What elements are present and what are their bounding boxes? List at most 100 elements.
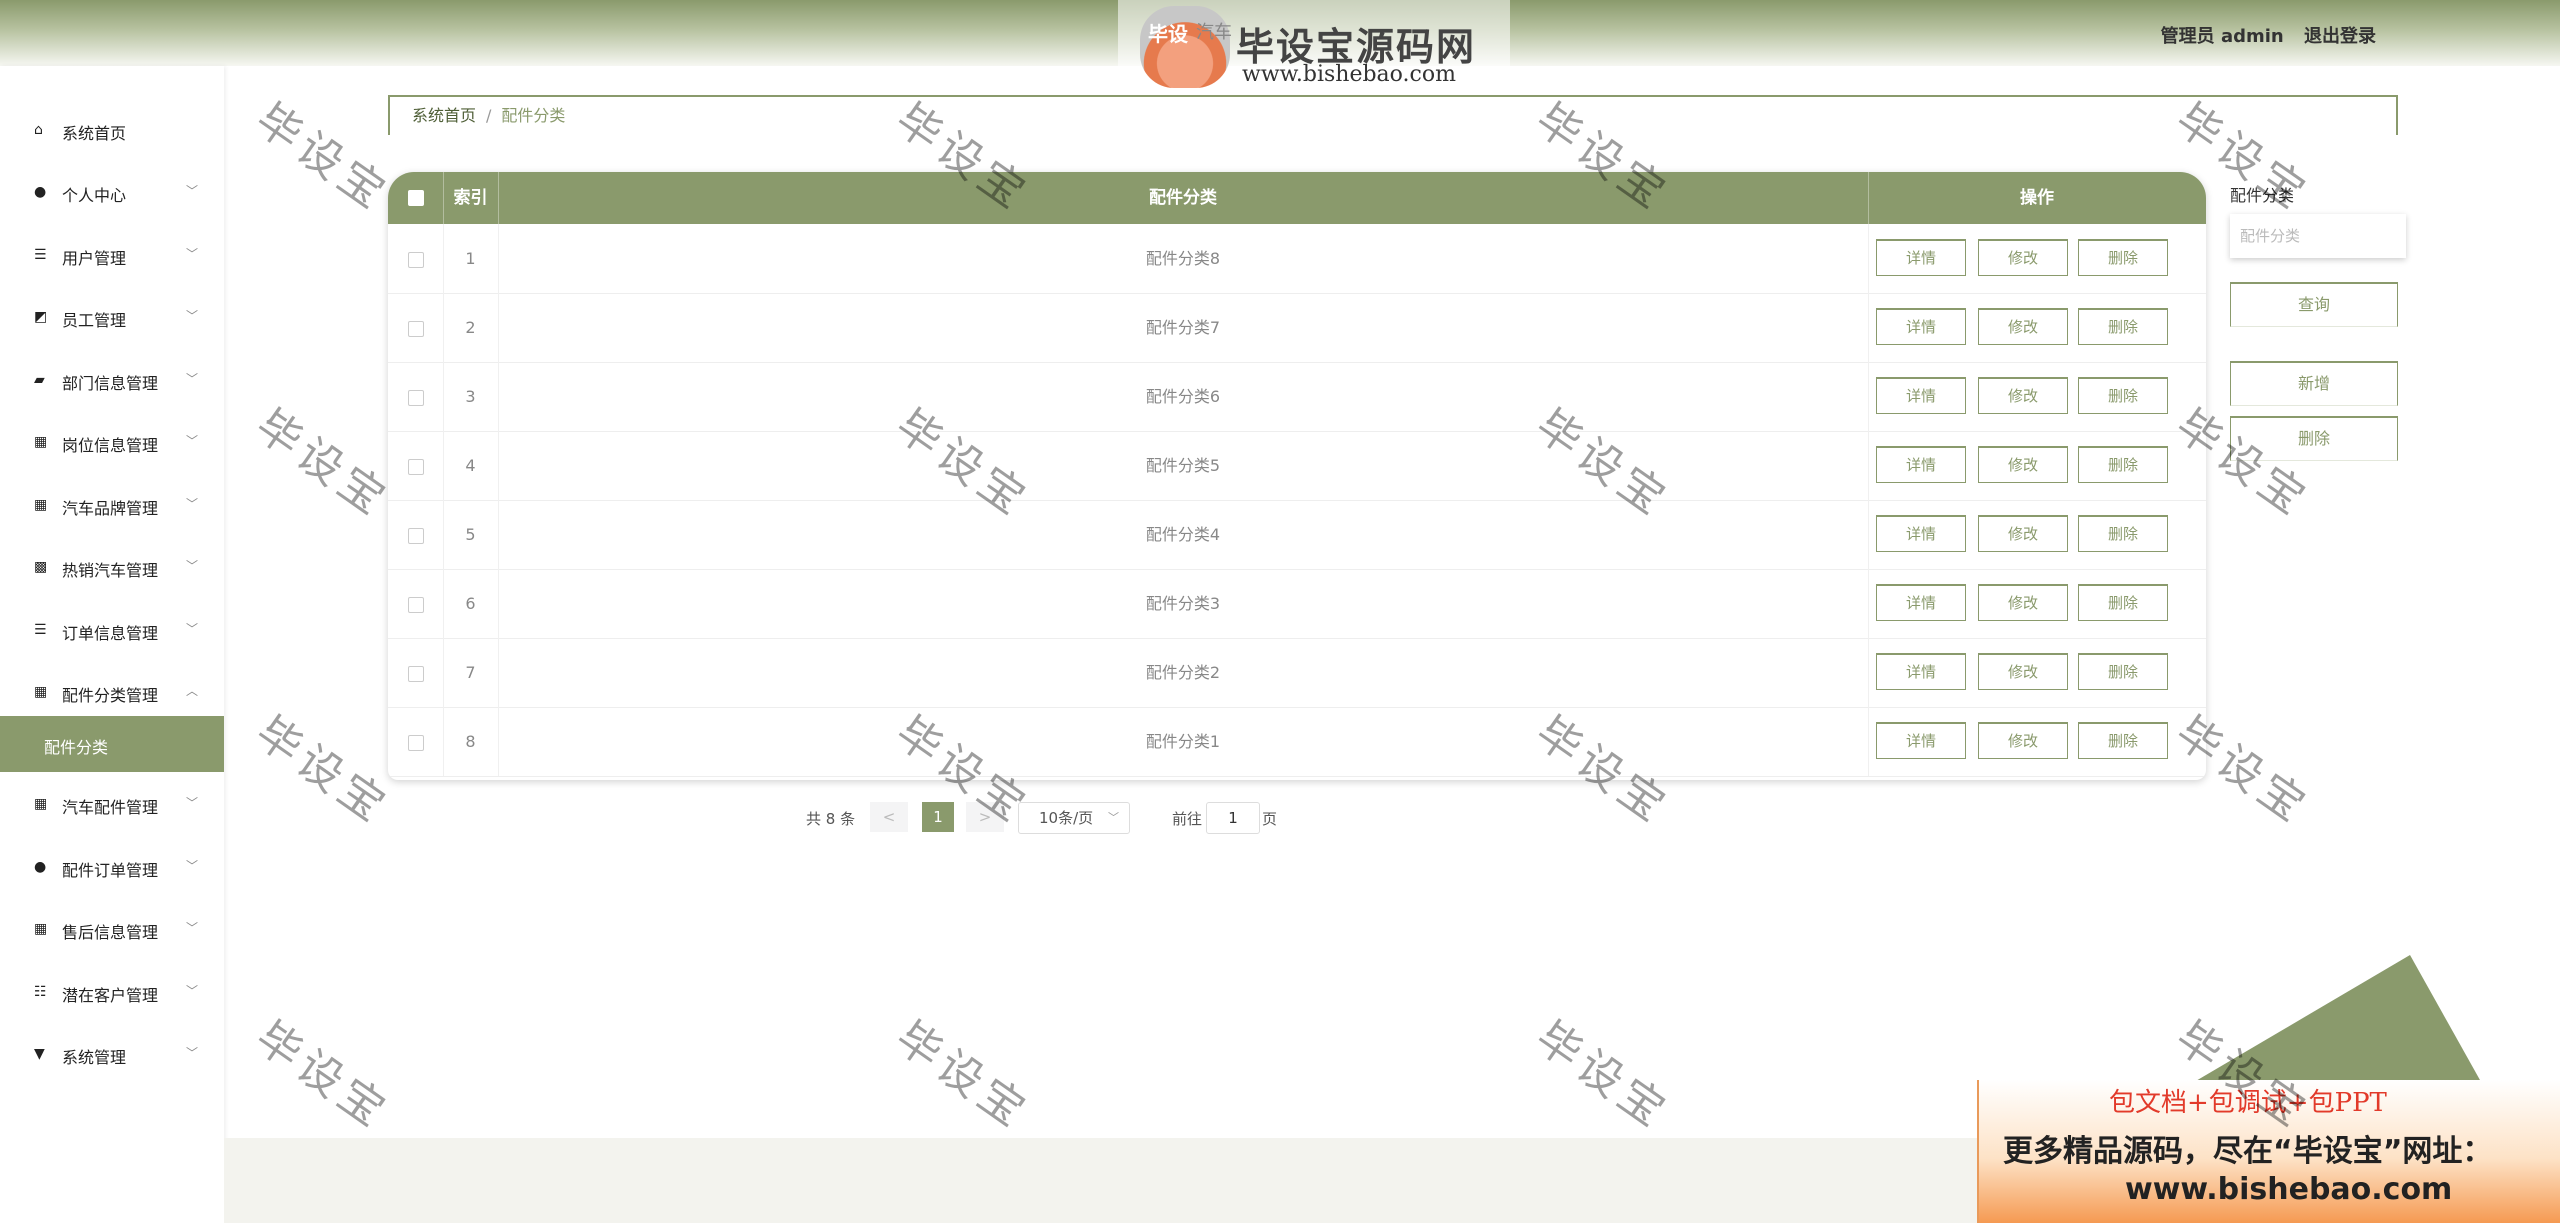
sliders-icon: ☷ bbox=[34, 984, 47, 1000]
row-name: 配件分类3 bbox=[498, 569, 1869, 638]
detail-button[interactable]: 详情 bbox=[1876, 377, 1966, 414]
logout-link[interactable]: 退出登录 bbox=[2304, 26, 2376, 47]
chevron-up-icon: ︿ bbox=[185, 684, 198, 698]
row-actions: 详情 修改 删除 bbox=[1868, 569, 2206, 638]
sidebar-subitem-part-category[interactable]: 配件分类 bbox=[0, 716, 224, 772]
chevron-down-icon: ﹀ bbox=[185, 984, 198, 998]
delete-button[interactable]: 删除 bbox=[2078, 446, 2168, 483]
row-select-cell[interactable] bbox=[388, 224, 444, 293]
detail-button[interactable]: 详情 bbox=[1876, 239, 1966, 276]
banner-url: www.bishebao.com bbox=[2125, 1172, 2453, 1207]
detail-button[interactable]: 详情 bbox=[1876, 446, 1966, 483]
row-name: 配件分类4 bbox=[498, 500, 1869, 569]
sidebar-item-label: 用户管理 bbox=[62, 249, 127, 268]
edit-button[interactable]: 修改 bbox=[1978, 653, 2068, 690]
page-button-current[interactable]: 1 bbox=[922, 802, 954, 832]
detail-button[interactable]: 详情 bbox=[1876, 515, 1966, 552]
table-row: 7 配件分类2 详情 修改 删除 bbox=[388, 638, 2206, 708]
detail-button[interactable]: 详情 bbox=[1876, 653, 1966, 690]
row-select-cell[interactable] bbox=[388, 707, 444, 776]
detail-button[interactable]: 详情 bbox=[1876, 722, 1966, 759]
detail-button[interactable]: 详情 bbox=[1876, 584, 1966, 621]
add-button[interactable]: 新增 bbox=[2230, 361, 2398, 406]
row-checkbox[interactable] bbox=[407, 251, 424, 268]
pagination-total: 共 8 条 bbox=[806, 810, 856, 828]
sidebar-item-system[interactable]: ▼ 系统管理 ﹀ bbox=[0, 1034, 224, 1074]
row-checkbox[interactable] bbox=[407, 320, 424, 337]
row-checkbox[interactable] bbox=[407, 389, 424, 406]
sidebar-item-staff[interactable]: ◩ 员工管理 ﹀ bbox=[0, 297, 224, 337]
edit-button[interactable]: 修改 bbox=[1978, 446, 2068, 483]
row-select-cell[interactable] bbox=[388, 638, 444, 707]
detail-button[interactable]: 详情 bbox=[1876, 308, 1966, 345]
sidebar-item-part-orders[interactable]: ● 配件订单管理 ﹀ bbox=[0, 847, 224, 887]
chevron-down-icon: ﹀ bbox=[185, 372, 198, 386]
row-name: 配件分类1 bbox=[498, 707, 1869, 776]
edit-button[interactable]: 修改 bbox=[1978, 377, 2068, 414]
prev-page-button[interactable]: < bbox=[870, 802, 908, 832]
list-icon: ☰ bbox=[34, 622, 47, 638]
delete-button[interactable]: 删除 bbox=[2078, 515, 2168, 552]
home-icon: ⌂ bbox=[34, 122, 43, 138]
delete-button[interactable]: 删除 bbox=[2078, 653, 2168, 690]
grid-icon: ▦ bbox=[34, 921, 48, 937]
watermark: 毕设宝 bbox=[1526, 1011, 1679, 1140]
sidebar-item-orders[interactable]: ☰ 订单信息管理 ﹀ bbox=[0, 610, 224, 650]
row-checkbox[interactable] bbox=[407, 596, 424, 613]
row-checkbox[interactable] bbox=[407, 665, 424, 682]
banner-line-2: 更多精品源码，尽在“毕设宝”网址： bbox=[2003, 1134, 2493, 1169]
shop-icon: ▼ bbox=[34, 1046, 45, 1062]
chevron-down-icon: ﹀ bbox=[1108, 811, 1119, 824]
row-index: 2 bbox=[443, 293, 499, 362]
sidebar-item-hot-cars[interactable]: ▩ 热销汽车管理 ﹀ bbox=[0, 547, 224, 587]
row-checkbox[interactable] bbox=[407, 527, 424, 544]
sidebar-item-label: 订单信息管理 bbox=[62, 624, 159, 643]
sidebar-item-label: 员工管理 bbox=[62, 311, 127, 330]
edit-button[interactable]: 修改 bbox=[1978, 584, 2068, 621]
sidebar-item-after-sales[interactable]: ▦ 售后信息管理 ﹀ bbox=[0, 909, 224, 949]
chevron-down-icon: ﹀ bbox=[185, 309, 198, 323]
row-checkbox[interactable] bbox=[407, 734, 424, 751]
page-size-select[interactable]: 10条/页 ﹀ bbox=[1018, 802, 1130, 834]
delete-button[interactable]: 删除 bbox=[2078, 308, 2168, 345]
select-all-checkbox[interactable] bbox=[407, 190, 424, 206]
row-select-cell[interactable] bbox=[388, 431, 444, 500]
sidebar-item-profile[interactable]: ● 个人中心 ﹀ bbox=[0, 172, 224, 212]
goto-page-input[interactable]: 1 bbox=[1206, 802, 1260, 834]
delete-button[interactable]: 删除 bbox=[2078, 584, 2168, 621]
row-actions: 详情 修改 删除 bbox=[1868, 638, 2206, 707]
delete-button[interactable]: 删除 bbox=[2078, 722, 2168, 759]
row-select-cell[interactable] bbox=[388, 362, 444, 431]
delete-button[interactable]: 删除 bbox=[2078, 239, 2168, 276]
breadcrumb: 系统首页 / 配件分类 bbox=[388, 95, 2398, 135]
row-checkbox[interactable] bbox=[407, 458, 424, 475]
edit-button[interactable]: 修改 bbox=[1978, 239, 2068, 276]
row-select-cell[interactable] bbox=[388, 500, 444, 569]
sidebar-item-home[interactable]: ⌂ 系统首页 bbox=[0, 110, 224, 150]
row-select-cell[interactable] bbox=[388, 569, 444, 638]
edit-button[interactable]: 修改 bbox=[1978, 722, 2068, 759]
sidebar-item-department[interactable]: ▰ 部门信息管理 ﹀ bbox=[0, 360, 224, 400]
header-actions: 操作 bbox=[2020, 188, 2054, 208]
search-input[interactable]: 配件分类 bbox=[2230, 214, 2406, 258]
sidebar-item-part-category[interactable]: ▦ 配件分类管理 ︿ bbox=[0, 672, 224, 712]
edit-button[interactable]: 修改 bbox=[1978, 308, 2068, 345]
sidebar-item-label: 配件分类管理 bbox=[62, 686, 159, 705]
sidebar-item-label: 潜在客户管理 bbox=[62, 986, 159, 1005]
sidebar-item-users[interactable]: ☰ 用户管理 ﹀ bbox=[0, 235, 224, 275]
breadcrumb-home[interactable]: 系统首页 bbox=[412, 106, 476, 125]
delete-button[interactable]: 删除 bbox=[2078, 377, 2168, 414]
sidebar-item-position[interactable]: ▦ 岗位信息管理 ﹀ bbox=[0, 422, 224, 462]
chevron-down-icon: ﹀ bbox=[185, 921, 198, 935]
sidebar: ⌂ 系统首页 ● 个人中心 ﹀ ☰ 用户管理 ﹀ ◩ 员工管理 ﹀ ▰ 部门信息… bbox=[0, 66, 224, 1223]
row-select-cell[interactable] bbox=[388, 293, 444, 362]
query-button[interactable]: 查询 bbox=[2230, 282, 2398, 327]
sidebar-item-label: 岗位信息管理 bbox=[62, 436, 159, 455]
edit-button[interactable]: 修改 bbox=[1978, 515, 2068, 552]
table-row: 6 配件分类3 详情 修改 删除 bbox=[388, 569, 2206, 639]
row-index: 1 bbox=[443, 224, 499, 293]
sidebar-item-car-brand[interactable]: ▦ 汽车品牌管理 ﹀ bbox=[0, 485, 224, 525]
sidebar-item-car-parts[interactable]: ▦ 汽车配件管理 ﹀ bbox=[0, 784, 224, 824]
sidebar-item-prospects[interactable]: ☷ 潜在客户管理 ﹀ bbox=[0, 972, 224, 1012]
ticket-icon: ▰ bbox=[34, 372, 45, 388]
